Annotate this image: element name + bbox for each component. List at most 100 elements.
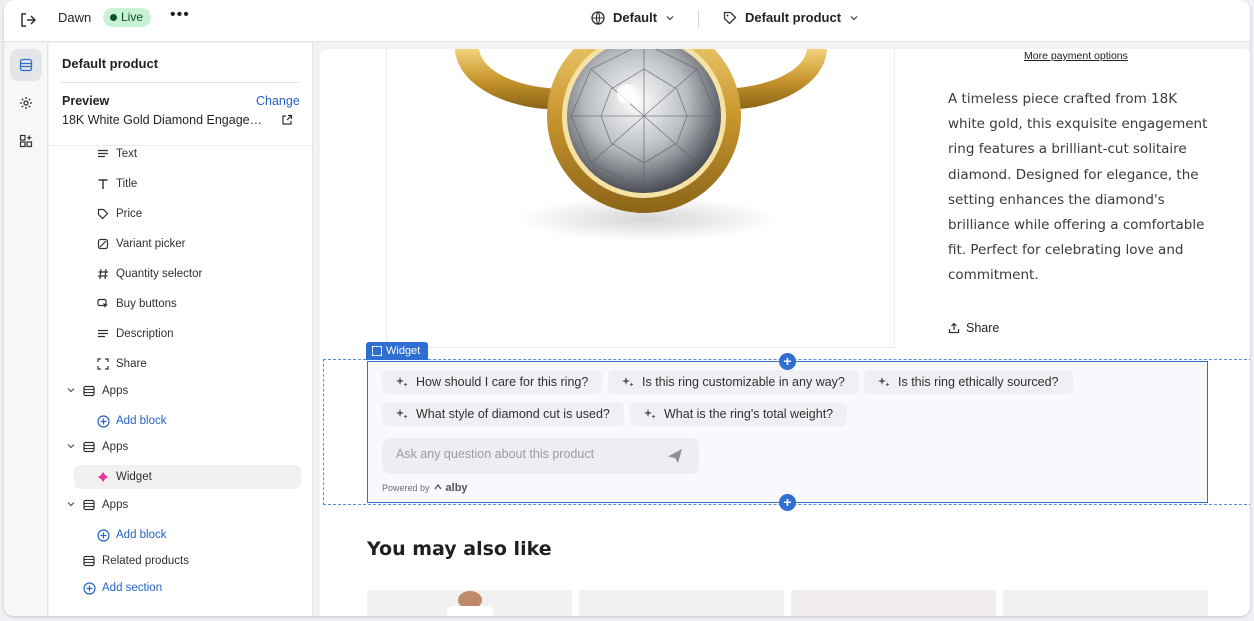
- widget-app-icon: [96, 470, 110, 484]
- product-image[interactable]: [386, 49, 895, 348]
- block-label: Variant picker: [116, 238, 186, 250]
- chevron-down-icon: [850, 16, 858, 21]
- divider: [49, 145, 313, 146]
- template-selector[interactable]: Default product: [723, 9, 859, 27]
- plus-circle-icon: [82, 581, 96, 595]
- suggested-question[interactable]: What style of diamond cut is used?: [382, 402, 624, 426]
- globe-icon: [591, 11, 605, 25]
- icon-rail: [4, 43, 48, 616]
- block-quantity-selector[interactable]: Quantity selector: [96, 262, 202, 286]
- section-apps-1[interactable]: Apps: [66, 379, 128, 403]
- gear-icon: [20, 97, 32, 109]
- preview-label: Preview: [62, 94, 110, 108]
- editor-window: Dawn Live ••• Default Default product De…: [4, 0, 1250, 616]
- add-section-label: Add section: [102, 582, 163, 594]
- layout-selector[interactable]: Default: [591, 9, 675, 27]
- layout-label: Default: [613, 10, 658, 25]
- share-label: Share: [966, 321, 1000, 335]
- text-icon: [96, 327, 110, 341]
- suggested-question[interactable]: How should I care for this ring?: [382, 370, 603, 394]
- block-buy-buttons[interactable]: Buy buttons: [96, 292, 177, 316]
- widget-tag: Widget: [366, 342, 429, 360]
- cursor-click-icon: [96, 297, 110, 311]
- variant-icon: [96, 237, 110, 251]
- sparkle-icon: [644, 409, 656, 419]
- section-related-products[interactable]: Related products: [82, 549, 189, 573]
- section-label: Apps: [102, 441, 129, 453]
- external-link-icon[interactable]: [281, 113, 293, 131]
- plus-circle-icon: [96, 414, 110, 428]
- title-icon: [96, 177, 110, 191]
- add-block-button[interactable]: Add block: [96, 409, 167, 433]
- product-description: A timeless piece crafted from 18K white …: [948, 91, 1208, 284]
- section-label: Related products: [102, 555, 189, 567]
- block-variant-picker[interactable]: Variant picker: [96, 232, 185, 256]
- divider: [698, 10, 699, 28]
- price-tag-icon: [96, 207, 110, 221]
- block-widget[interactable]: Widget: [74, 465, 301, 489]
- top-bar: Dawn Live ••• Default Default product: [4, 0, 1250, 42]
- ask-question-input[interactable]: [396, 447, 646, 461]
- sparkle-icon: [396, 409, 408, 419]
- exit-icon[interactable]: [18, 10, 38, 30]
- section-apps-3[interactable]: Apps: [66, 493, 128, 517]
- panel-title: Default product: [62, 56, 159, 71]
- theme-name: Dawn: [58, 10, 92, 25]
- add-below-button[interactable]: +: [779, 494, 796, 511]
- product-thumbnail: [447, 591, 493, 616]
- ring-illustration: [455, 49, 827, 241]
- block-label: Description: [116, 328, 174, 340]
- related-product-card[interactable]: [791, 590, 996, 616]
- block-price[interactable]: Price: [96, 202, 142, 226]
- sparkle-icon: [396, 377, 408, 387]
- block-text[interactable]: Text: [96, 142, 137, 166]
- block-label: Quantity selector: [116, 268, 203, 280]
- sections-button[interactable]: [10, 49, 42, 81]
- store-preview: More payment options A timeless piece cr…: [320, 49, 1250, 616]
- share-icon: [948, 322, 960, 334]
- block-label: Buy buttons: [116, 298, 177, 310]
- text-icon: [96, 147, 110, 161]
- section-apps-2[interactable]: Apps: [66, 435, 128, 459]
- share-button[interactable]: Share: [948, 321, 999, 335]
- change-link[interactable]: Change: [256, 94, 300, 108]
- apps-section-icon: [82, 554, 96, 568]
- sections-icon: [19, 58, 33, 72]
- related-product-card[interactable]: [579, 590, 784, 616]
- apps-section-icon: [82, 440, 96, 454]
- block-label: Price: [116, 208, 143, 220]
- send-icon[interactable]: [666, 447, 684, 470]
- related-product-card[interactable]: [1003, 590, 1208, 616]
- settings-button[interactable]: [10, 87, 42, 119]
- block-share[interactable]: Share: [96, 352, 147, 376]
- chevron-down-icon: [666, 16, 674, 21]
- add-block-label: Add block: [116, 529, 167, 541]
- apps-section-icon: [82, 384, 96, 398]
- status-badge: Live: [103, 8, 152, 27]
- block-title[interactable]: Title: [96, 172, 137, 196]
- suggested-question[interactable]: Is this ring customizable in any way?: [608, 370, 859, 394]
- related-product-card[interactable]: [367, 590, 572, 616]
- sparkle-icon: [878, 377, 890, 387]
- hash-icon: [96, 267, 110, 281]
- template-label: Default product: [745, 10, 842, 25]
- block-description[interactable]: Description: [96, 322, 174, 346]
- chevron-down-icon: [66, 385, 78, 398]
- side-panel: Default product Preview Change 18K White…: [49, 43, 313, 616]
- sparkle-icon: [622, 377, 634, 387]
- more-payment-options-link[interactable]: More payment options: [1024, 50, 1128, 62]
- suggested-question[interactable]: Is this ring ethically sourced?: [864, 370, 1073, 394]
- suggested-question[interactable]: What is the ring's total weight?: [630, 402, 848, 426]
- more-actions-button[interactable]: •••: [170, 6, 190, 24]
- ask-question-box: [382, 438, 699, 474]
- chevron-down-icon: [66, 499, 78, 512]
- add-section-button[interactable]: Add section: [82, 576, 162, 600]
- apps-button[interactable]: [10, 125, 42, 157]
- add-block-button[interactable]: Add block: [96, 523, 167, 547]
- plus-circle-icon: [96, 528, 110, 542]
- related-heading: You may also like: [367, 538, 552, 560]
- add-block-label: Add block: [116, 415, 167, 427]
- block-label: Widget: [116, 471, 152, 483]
- apps-section-icon: [82, 498, 96, 512]
- add-above-button[interactable]: +: [779, 353, 796, 370]
